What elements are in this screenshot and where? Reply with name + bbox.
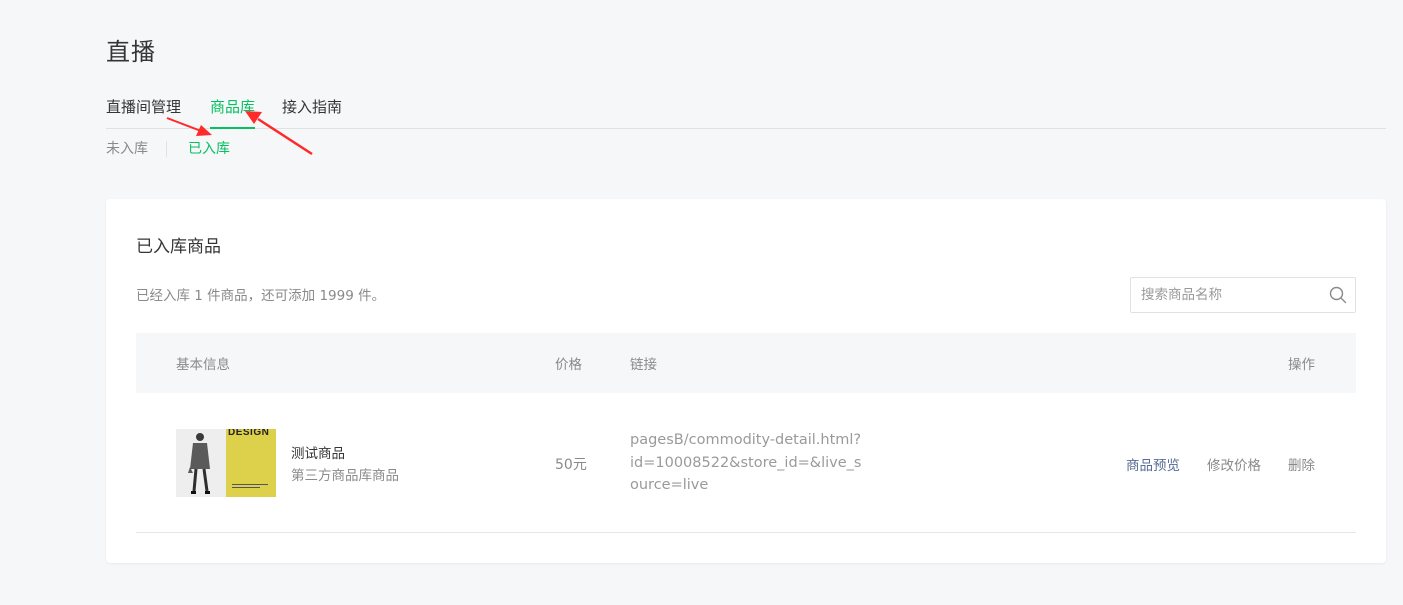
model-figure-image	[188, 433, 210, 494]
search-input[interactable]	[1141, 278, 1321, 312]
product-name: 测试商品	[291, 446, 345, 462]
imported-products-card: 已入库商品 已经入库 1 件商品，还可添加 1999 件。 基本信息 价格 链接…	[106, 199, 1386, 563]
delete-button[interactable]: 删除	[1288, 454, 1315, 474]
header-price: 价格	[555, 357, 582, 373]
product-thumbnail: DESIGN	[176, 429, 276, 497]
page-title: 直播	[106, 38, 156, 66]
search-icon[interactable]	[1329, 286, 1347, 304]
import-summary: 已经入库 1 件商品，还可添加 1999 件。	[136, 288, 386, 304]
main-tabs: 直播间管理 商品库 接入指南	[106, 96, 1386, 129]
tab-integration-guide[interactable]: 接入指南	[282, 96, 342, 129]
table-row: DESIGN 测试商品 第三方商品库商品 50元 pagesB/commodit…	[136, 393, 1356, 533]
subtab-not-imported[interactable]: 未入库	[106, 139, 148, 159]
preview-product-button[interactable]: 商品预览	[1126, 454, 1180, 474]
search-box	[1130, 277, 1356, 313]
edit-price-button[interactable]: 修改价格	[1207, 454, 1261, 474]
subtab-imported[interactable]: 已入库	[188, 139, 230, 159]
tab-product-library[interactable]: 商品库	[210, 96, 256, 129]
table-header: 基本信息 价格 链接 操作	[136, 333, 1356, 393]
product-source: 第三方商品库商品	[291, 468, 399, 484]
tab-live-room-management[interactable]: 直播间管理	[106, 96, 181, 129]
header-actions: 操作	[1288, 357, 1315, 373]
card-title: 已入库商品	[136, 237, 221, 257]
header-basic-info: 基本信息	[176, 357, 230, 373]
product-price: 50元	[555, 457, 587, 473]
header-link: 链接	[630, 357, 657, 373]
product-link: pagesB/commodity-detail.html?id=10008522…	[630, 432, 862, 493]
subtab-divider	[166, 141, 167, 157]
thumbnail-text: DESIGN	[228, 429, 270, 438]
